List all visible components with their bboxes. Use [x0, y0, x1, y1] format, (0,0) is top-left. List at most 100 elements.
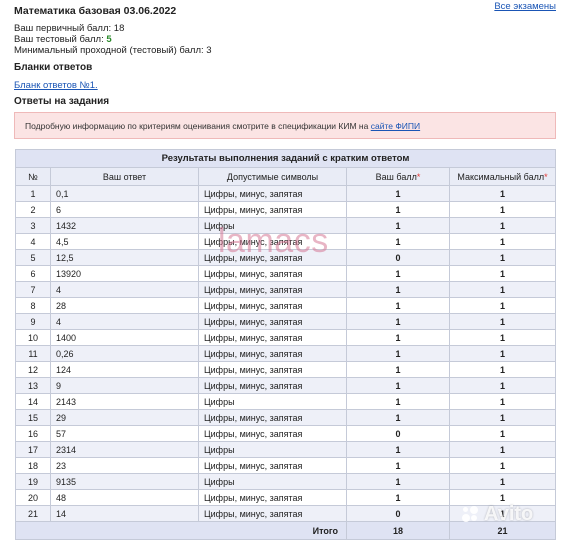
min-score-label: Минимальный проходной (тестовый) балл:	[14, 45, 204, 56]
max-score: 1	[449, 345, 556, 362]
your-score: 1	[346, 473, 450, 490]
task-number: 8	[15, 297, 51, 314]
allowed-symbols: Цифры, минус, запятая	[198, 345, 347, 362]
max-score: 1	[449, 329, 556, 346]
your-score: 1	[346, 281, 450, 298]
task-number: 15	[15, 409, 51, 426]
your-score: 1	[346, 201, 450, 218]
your-answer: 1400	[50, 329, 199, 346]
allowed-symbols: Цифры, минус, запятая	[198, 409, 347, 426]
allowed-symbols: Цифры, минус, запятая	[198, 313, 347, 330]
table-row: 12 124 Цифры, минус, запятая 1 1	[15, 361, 556, 378]
max-score: 1	[449, 473, 556, 490]
your-answer: 1432	[50, 217, 199, 234]
table-row: 5 12,5 Цифры, минус, запятая 0 1	[15, 249, 556, 266]
col-header-score: Ваш балл*	[346, 167, 450, 186]
task-number: 6	[15, 265, 51, 282]
your-answer: 9	[50, 377, 199, 394]
your-score: 1	[346, 361, 450, 378]
max-score: 1	[449, 361, 556, 378]
max-score: 1	[449, 377, 556, 394]
table-header-row: № Ваш ответ Допустимые символы Ваш балл*…	[15, 167, 556, 186]
your-answer: 23	[50, 457, 199, 474]
your-answer: 6	[50, 201, 199, 218]
max-score: 1	[449, 441, 556, 458]
required-star: *	[416, 171, 421, 182]
table-row: 14 2143 Цифры 1 1	[15, 393, 556, 410]
your-answer: 124	[50, 361, 199, 378]
table-row: 19 9135 Цифры 1 1	[15, 473, 556, 490]
allowed-symbols: Цифры, минус, запятая	[198, 377, 347, 394]
table-row: 7 4 Цифры, минус, запятая 1 1	[15, 281, 556, 298]
your-answer: 0,26	[50, 345, 199, 362]
all-exams-link[interactable]: Все экзамены	[494, 1, 556, 12]
table-row: 10 1400 Цифры, минус, запятая 1 1	[15, 329, 556, 346]
table-row: 11 0,26 Цифры, минус, запятая 1 1	[15, 345, 556, 362]
col-header-answer: Ваш ответ	[50, 167, 199, 186]
max-score: 1	[449, 313, 556, 330]
col-header-max: Максимальный балл*	[449, 167, 556, 186]
your-score: 0	[346, 249, 450, 266]
allowed-symbols: Цифры, минус, запятая	[198, 489, 347, 506]
table-row: 18 23 Цифры, минус, запятая 1 1	[15, 457, 556, 474]
task-number: 12	[15, 361, 51, 378]
your-answer: 0,1	[50, 185, 199, 202]
max-score: 1	[449, 489, 556, 506]
col-header-number: №	[15, 167, 51, 186]
max-score: 1	[449, 425, 556, 442]
allowed-symbols: Цифры, минус, запятая	[198, 201, 347, 218]
allowed-symbols: Цифры, минус, запятая	[198, 457, 347, 474]
allowed-symbols: Цифры	[198, 441, 347, 458]
your-answer: 2314	[50, 441, 199, 458]
task-answers-heading: Ответы на задания	[14, 96, 110, 107]
max-score: 1	[449, 265, 556, 282]
required-star: *	[544, 171, 548, 182]
table-row: 15 29 Цифры, минус, запятая 1 1	[15, 409, 556, 426]
allowed-symbols: Цифры, минус, запятая	[198, 297, 347, 314]
task-number: 13	[15, 377, 51, 394]
task-number: 4	[15, 233, 51, 250]
info-notice: Подробную информацию по критериям оценив…	[14, 112, 556, 139]
results-table: Результаты выполнения заданий с кратким …	[15, 149, 556, 540]
your-answer: 12,5	[50, 249, 199, 266]
max-score: 1	[449, 233, 556, 250]
total-row: Итого 18 21	[15, 521, 556, 540]
your-score: 1	[346, 377, 450, 394]
allowed-symbols: Цифры	[198, 217, 347, 234]
your-score: 1	[346, 393, 450, 410]
task-number: 14	[15, 393, 51, 410]
your-score: 1	[346, 409, 450, 426]
your-answer: 57	[50, 425, 199, 442]
task-number: 2	[15, 201, 51, 218]
table-row: 9 4 Цифры, минус, запятая 1 1	[15, 313, 556, 330]
task-number: 10	[15, 329, 51, 346]
task-number: 20	[15, 489, 51, 506]
max-score: 1	[449, 457, 556, 474]
max-score: 1	[449, 409, 556, 426]
page-title: Математика базовая 03.06.2022	[14, 5, 177, 17]
task-number: 21	[15, 505, 51, 522]
table-row: 2 6 Цифры, минус, запятая 1 1	[15, 201, 556, 218]
allowed-symbols: Цифры	[198, 473, 347, 490]
max-score: 1	[449, 249, 556, 266]
allowed-symbols: Цифры, минус, запятая	[198, 329, 347, 346]
fipi-link[interactable]: сайте ФИПИ	[371, 121, 420, 131]
task-number: 1	[15, 185, 51, 202]
your-answer: 4	[50, 313, 199, 330]
test-score-label: Ваш тестовый балл:	[14, 34, 104, 45]
total-label: Итого	[15, 521, 347, 540]
task-number: 16	[15, 425, 51, 442]
table-row: 13 9 Цифры, минус, запятая 1 1	[15, 377, 556, 394]
allowed-symbols: Цифры, минус, запятая	[198, 425, 347, 442]
your-score: 1	[346, 457, 450, 474]
task-number: 18	[15, 457, 51, 474]
primary-score-value: 18	[113, 23, 125, 34]
task-number: 17	[15, 441, 51, 458]
allowed-symbols: Цифры, минус, запятая	[198, 249, 347, 266]
answer-form-link[interactable]: Бланк ответов №1.	[14, 80, 98, 91]
your-answer: 14	[50, 505, 199, 522]
your-score: 1	[346, 329, 450, 346]
notice-text: Подробную информацию по критериям оценив…	[25, 121, 369, 131]
task-number: 19	[15, 473, 51, 490]
task-number: 3	[15, 217, 51, 234]
